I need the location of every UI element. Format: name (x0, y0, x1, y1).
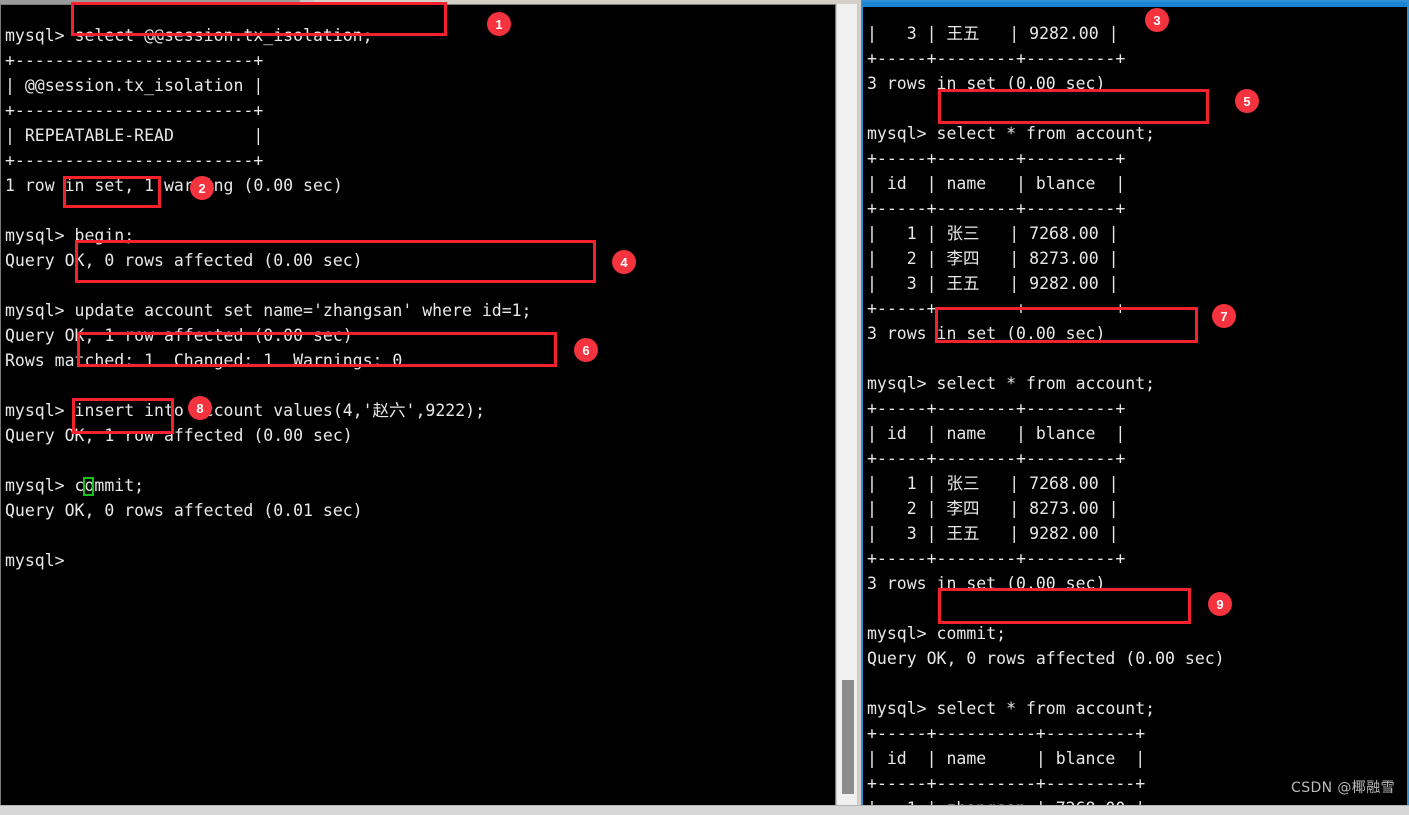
right-terminal-titlebar (863, 2, 1407, 7)
annotation-badge-1: 1 (487, 12, 511, 36)
annotation-badge-5: 5 (1235, 89, 1259, 113)
left-terminal-window[interactable]: mysql> select @@session.tx_isolation; +-… (0, 4, 836, 806)
annotation-badge-2: 2 (190, 176, 214, 200)
annotation-badge-4: 4 (612, 250, 636, 274)
csdn-watermark: CSDN @椰融雪 (1291, 780, 1395, 796)
right-terminal-output: | 3 | 王五 | 9282.00 | +-----+--------+---… (867, 23, 1225, 806)
right-terminal-window[interactable]: | 3 | 王五 | 9282.00 | +-----+--------+---… (861, 0, 1409, 807)
annotation-badge-7: 7 (1212, 304, 1236, 328)
left-terminal-scrollbar[interactable] (836, 4, 858, 806)
terminal-cursor (83, 477, 94, 496)
annotation-badge-3: 3 (1145, 8, 1169, 32)
annotation-badge-8: 8 (188, 396, 212, 420)
desktop-bottom-strip (0, 805, 1409, 815)
screenshot-root: mysql> select @@session.tx_isolation; +-… (0, 0, 1409, 815)
annotation-badge-6: 6 (574, 338, 598, 362)
left-terminal-scrollbar-thumb[interactable] (842, 680, 854, 794)
annotation-badge-9: 9 (1208, 592, 1232, 616)
